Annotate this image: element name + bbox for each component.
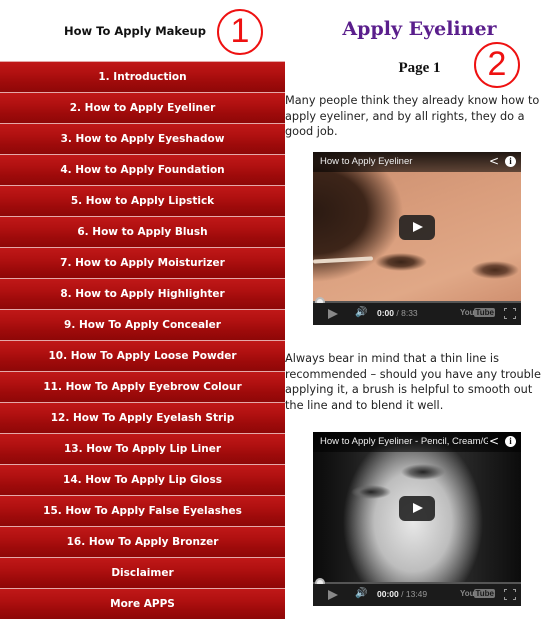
duration: / 13:49 <box>401 589 428 599</box>
paragraph-tip: Always bear in mind that a thin line is … <box>285 352 541 412</box>
fullscreen-icon[interactable] <box>504 308 516 319</box>
play-icon[interactable] <box>328 590 338 600</box>
annotation-marker-2: 2 <box>474 42 520 88</box>
menu-item-eyelash-strip[interactable]: 12. How To Apply Eyelash Strip <box>0 402 285 433</box>
video-time: 0:00 / 8:33 <box>377 308 418 318</box>
menu-item-blush[interactable]: 6. How to Apply Blush <box>0 216 285 247</box>
video-title-bar: How to Apply Eyeliner - Pencil, Cream/G … <box>313 432 521 452</box>
fullscreen-icon[interactable] <box>504 589 516 600</box>
video-time: 00:00 / 13:49 <box>377 589 427 599</box>
info-icon[interactable]: i <box>505 436 516 447</box>
video-player[interactable]: How to Apply Eyeliner - Pencil, Cream/G … <box>313 432 521 606</box>
youtube-logo[interactable]: YouTube <box>460 589 495 598</box>
menu-item-lipstick[interactable]: 5. How to Apply Lipstick <box>0 185 285 216</box>
share-icon[interactable]: < <box>489 154 499 168</box>
brush-image <box>313 256 374 264</box>
video-player[interactable]: How to Apply Eyeliner < i 🔊 0:00 / 8:33 … <box>313 152 521 325</box>
paragraph-intro: Many people think they already know how … <box>285 94 540 138</box>
volume-icon[interactable]: 🔊 <box>355 307 367 318</box>
video-title[interactable]: How to Apply Eyeliner <box>320 156 488 167</box>
duration: / 8:33 <box>396 308 418 318</box>
youtube-logo-tube: Tube <box>474 308 495 317</box>
youtube-logo-tube: Tube <box>474 589 495 598</box>
video-title-bar: How to Apply Eyeliner < i <box>313 152 521 172</box>
menu-item-eyeshadow[interactable]: 3. How to Apply Eyeshadow <box>0 123 285 154</box>
content-panel: Apply Eyeliner Page 1 Many people think … <box>285 0 554 619</box>
video-controls: 🔊 00:00 / 13:49 YouTube <box>313 584 521 606</box>
navigation-panel: How To Apply Makeup 1. Introduction 2. H… <box>0 0 285 619</box>
page-title: Apply Eyeliner <box>342 18 497 40</box>
menu-item-moisturizer[interactable]: 7. How to Apply Moisturizer <box>0 247 285 278</box>
menu-item-bronzer[interactable]: 16. How To Apply Bronzer <box>0 526 285 557</box>
video-controls: 🔊 0:00 / 8:33 YouTube <box>313 303 521 325</box>
info-icon[interactable]: i <box>505 156 516 167</box>
youtube-logo-you: You <box>459 308 475 317</box>
video-title[interactable]: How to Apply Eyeliner - Pencil, Cream/G <box>320 436 488 447</box>
chapter-menu: 1. Introduction 2. How to Apply Eyeliner… <box>0 61 285 619</box>
menu-item-more-apps[interactable]: More APPS <box>0 588 285 619</box>
menu-item-lip-liner[interactable]: 13. How To Apply Lip Liner <box>0 433 285 464</box>
play-button[interactable] <box>399 215 435 240</box>
annotation-marker-1: 1 <box>217 9 263 55</box>
menu-item-loose-powder[interactable]: 10. How To Apply Loose Powder <box>0 340 285 371</box>
volume-icon[interactable]: 🔊 <box>355 588 367 599</box>
menu-item-introduction[interactable]: 1. Introduction <box>0 61 285 92</box>
current-time: 00:00 <box>377 589 399 599</box>
play-icon[interactable] <box>328 309 338 319</box>
menu-item-eyeliner[interactable]: 2. How to Apply Eyeliner <box>0 92 285 123</box>
menu-item-disclaimer[interactable]: Disclaimer <box>0 557 285 588</box>
play-button[interactable] <box>399 496 435 521</box>
menu-item-foundation[interactable]: 4. How to Apply Foundation <box>0 154 285 185</box>
youtube-logo[interactable]: YouTube <box>460 308 495 317</box>
menu-item-concealer[interactable]: 9. How To Apply Concealer <box>0 309 285 340</box>
share-icon[interactable]: < <box>489 434 499 448</box>
youtube-logo-you: You <box>459 589 475 598</box>
menu-item-eyebrow-colour[interactable]: 11. How To Apply Eyebrow Colour <box>0 371 285 402</box>
menu-item-false-eyelashes[interactable]: 15. How To Apply False Eyelashes <box>0 495 285 526</box>
menu-item-lip-gloss[interactable]: 14. How To Apply Lip Gloss <box>0 464 285 495</box>
current-time: 0:00 <box>377 308 395 318</box>
menu-item-highlighter[interactable]: 8. How to Apply Highlighter <box>0 278 285 309</box>
